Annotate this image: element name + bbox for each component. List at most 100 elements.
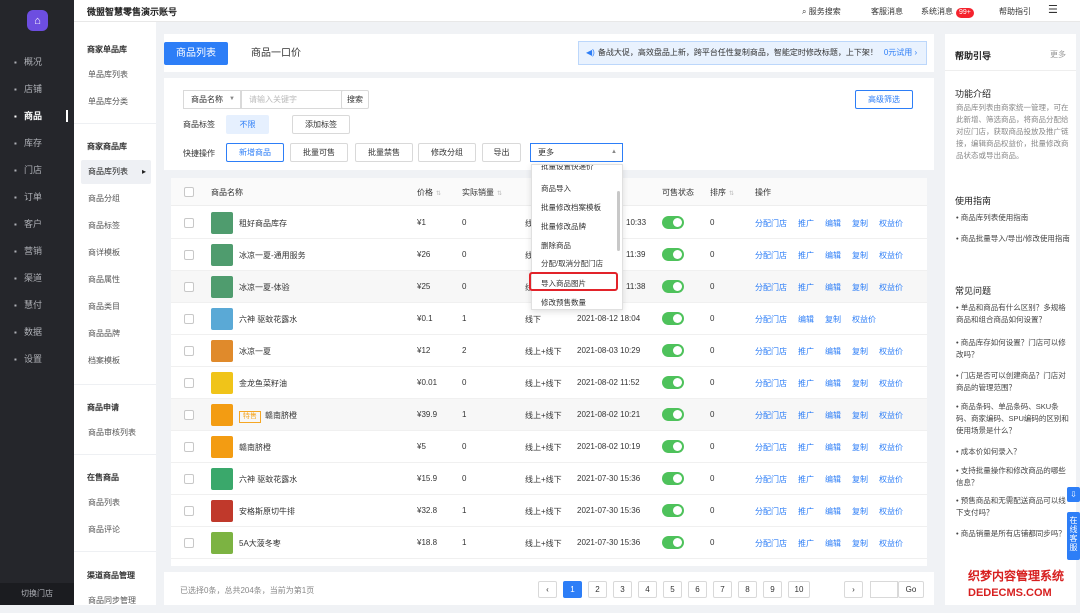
action-link[interactable]: 复制	[852, 283, 868, 292]
action-link[interactable]: 复制	[852, 539, 868, 548]
product-name[interactable]: 金龙鱼菜籽油	[239, 378, 287, 389]
action-link[interactable]: 分配门店	[755, 219, 787, 228]
menu-item[interactable]: 批量修改档案模板	[541, 202, 601, 213]
subnav-item-detail-template[interactable]: 商详模板	[81, 241, 151, 265]
support-messages-link[interactable]: 客服消息	[871, 6, 903, 17]
page-button[interactable]: 2	[588, 581, 607, 598]
row-checkbox[interactable]	[184, 346, 194, 356]
next-page-button[interactable]: ›	[844, 581, 863, 598]
page-button[interactable]: 10	[788, 581, 810, 598]
action-link[interactable]: 权益价	[879, 507, 903, 516]
action-link[interactable]: 分配门店	[755, 539, 787, 548]
batch-sellable-button[interactable]: 批量可售	[290, 143, 348, 162]
action-link[interactable]: 分配门店	[755, 251, 787, 260]
action-link[interactable]: 权益价	[879, 443, 903, 452]
new-goods-button[interactable]: 新增商品	[226, 143, 284, 162]
row-checkbox[interactable]	[184, 250, 194, 260]
select-all-checkbox[interactable]	[184, 187, 194, 197]
action-link[interactable]: 权益价	[879, 251, 903, 260]
action-link[interactable]: 复制	[852, 379, 868, 388]
menu-scrollbar[interactable]	[617, 191, 620, 251]
action-link[interactable]: 复制	[852, 475, 868, 484]
page-button[interactable]: 9	[763, 581, 782, 598]
action-link[interactable]: 编辑	[825, 539, 841, 548]
subnav-item-reviews[interactable]: 商品评论	[81, 518, 151, 542]
page-button[interactable]: 3	[613, 581, 632, 598]
subnav-item-attributes[interactable]: 商品属性	[81, 268, 151, 292]
action-link[interactable]: 推广	[798, 283, 814, 292]
faq-link[interactable]: • 成本价如何录入？	[956, 446, 1071, 458]
nav-stock[interactable]: ▪ 库存	[0, 133, 74, 153]
row-checkbox[interactable]	[184, 506, 194, 516]
nav-settings[interactable]: ▪ 设置	[0, 349, 74, 369]
action-link[interactable]: 权益价	[879, 411, 903, 420]
add-tag-button[interactable]: 添加标签	[292, 115, 350, 134]
system-messages-link[interactable]: 系统消息 99+	[921, 6, 974, 18]
sellable-toggle[interactable]	[662, 376, 684, 389]
subnav-item-single-category[interactable]: 单品库分类	[81, 90, 151, 114]
nav-marketing[interactable]: ▪ 营销	[0, 241, 74, 261]
free-trial-link[interactable]: 0元试用 ›	[884, 48, 917, 57]
faq-link[interactable]: • 预售商品和无需配送商品可以线下支付吗？	[956, 495, 1071, 519]
download-icon[interactable]: ⇩	[1067, 487, 1080, 502]
action-link[interactable]: 编辑	[825, 347, 841, 356]
action-link[interactable]: 权益价	[879, 347, 903, 356]
prev-page-button[interactable]: ‹	[538, 581, 557, 598]
col-sales[interactable]: 实际销量 ⇅	[462, 187, 502, 198]
action-link[interactable]: 推广	[798, 411, 814, 420]
tab-goods-list[interactable]: 商品列表	[164, 42, 228, 65]
action-link[interactable]: 编辑	[825, 507, 841, 516]
nav-shop[interactable]: ▪ 店铺	[0, 79, 74, 99]
action-link[interactable]: 分配门店	[755, 411, 787, 420]
advanced-filter-button[interactable]: 高级筛选	[855, 90, 913, 109]
row-checkbox[interactable]	[184, 314, 194, 324]
menu-item[interactable]: 批量设置快递价	[541, 165, 594, 172]
row-checkbox[interactable]	[184, 378, 194, 388]
product-name[interactable]: 特售 赣南脐橙	[239, 410, 297, 423]
page-jump-input[interactable]	[870, 581, 898, 598]
edit-group-button[interactable]: 修改分组	[418, 143, 476, 162]
col-price[interactable]: 价格 ⇅	[417, 187, 441, 198]
tag-none-button[interactable]: 不限	[226, 115, 269, 134]
page-button[interactable]: 4	[638, 581, 657, 598]
action-link[interactable]: 复制	[825, 315, 841, 324]
row-checkbox[interactable]	[184, 282, 194, 292]
action-link[interactable]: 复制	[852, 411, 868, 420]
go-button[interactable]: Go	[898, 581, 924, 598]
row-checkbox[interactable]	[184, 474, 194, 484]
action-link[interactable]: 权益价	[879, 475, 903, 484]
nav-channels[interactable]: ▪ 渠道	[0, 268, 74, 288]
action-link[interactable]: 推广	[798, 379, 814, 388]
action-link[interactable]: 推广	[798, 475, 814, 484]
nav-store[interactable]: ▪ 门店	[0, 160, 74, 180]
action-link[interactable]: 分配门店	[755, 379, 787, 388]
action-link[interactable]: 复制	[852, 443, 868, 452]
action-link[interactable]: 推广	[798, 539, 814, 548]
product-name[interactable]: 六神 驱蚊花露水	[239, 314, 297, 325]
product-name[interactable]: 租好商品库存	[239, 218, 287, 229]
action-link[interactable]: 分配门店	[755, 315, 787, 324]
page-button[interactable]: 6	[688, 581, 707, 598]
export-button[interactable]: 导出	[482, 143, 521, 162]
action-link[interactable]: 编辑	[825, 283, 841, 292]
sellable-toggle[interactable]	[662, 472, 684, 485]
action-link[interactable]: 分配门店	[755, 283, 787, 292]
action-link[interactable]: 复制	[852, 347, 868, 356]
sellable-toggle[interactable]	[662, 408, 684, 421]
sellable-toggle[interactable]	[662, 440, 684, 453]
subnav-item-sync[interactable]: 商品同步管理	[81, 589, 151, 613]
action-link[interactable]: 编辑	[825, 379, 841, 388]
search-button[interactable]: 搜索	[341, 90, 369, 109]
action-link[interactable]: 编辑	[825, 251, 841, 260]
product-name[interactable]: 六神 驱蚊花露水	[239, 474, 297, 485]
nav-customers[interactable]: ▪ 客户	[0, 214, 74, 234]
sellable-toggle[interactable]	[662, 280, 684, 293]
batch-ban-button[interactable]: 批量禁售	[355, 143, 413, 162]
page-button[interactable]: 7	[713, 581, 732, 598]
faq-link[interactable]: • 商品条码、单品条码、SKU条码、商家编码、SPU编码的区别和使用场景是什么？	[956, 401, 1071, 437]
menu-item[interactable]: 批量修改品牌	[541, 221, 586, 232]
sellable-toggle[interactable]	[662, 312, 684, 325]
action-link[interactable]: 编辑	[825, 411, 841, 420]
action-link[interactable]: 分配门店	[755, 347, 787, 356]
product-name[interactable]: 赣南脐橙	[239, 442, 271, 453]
